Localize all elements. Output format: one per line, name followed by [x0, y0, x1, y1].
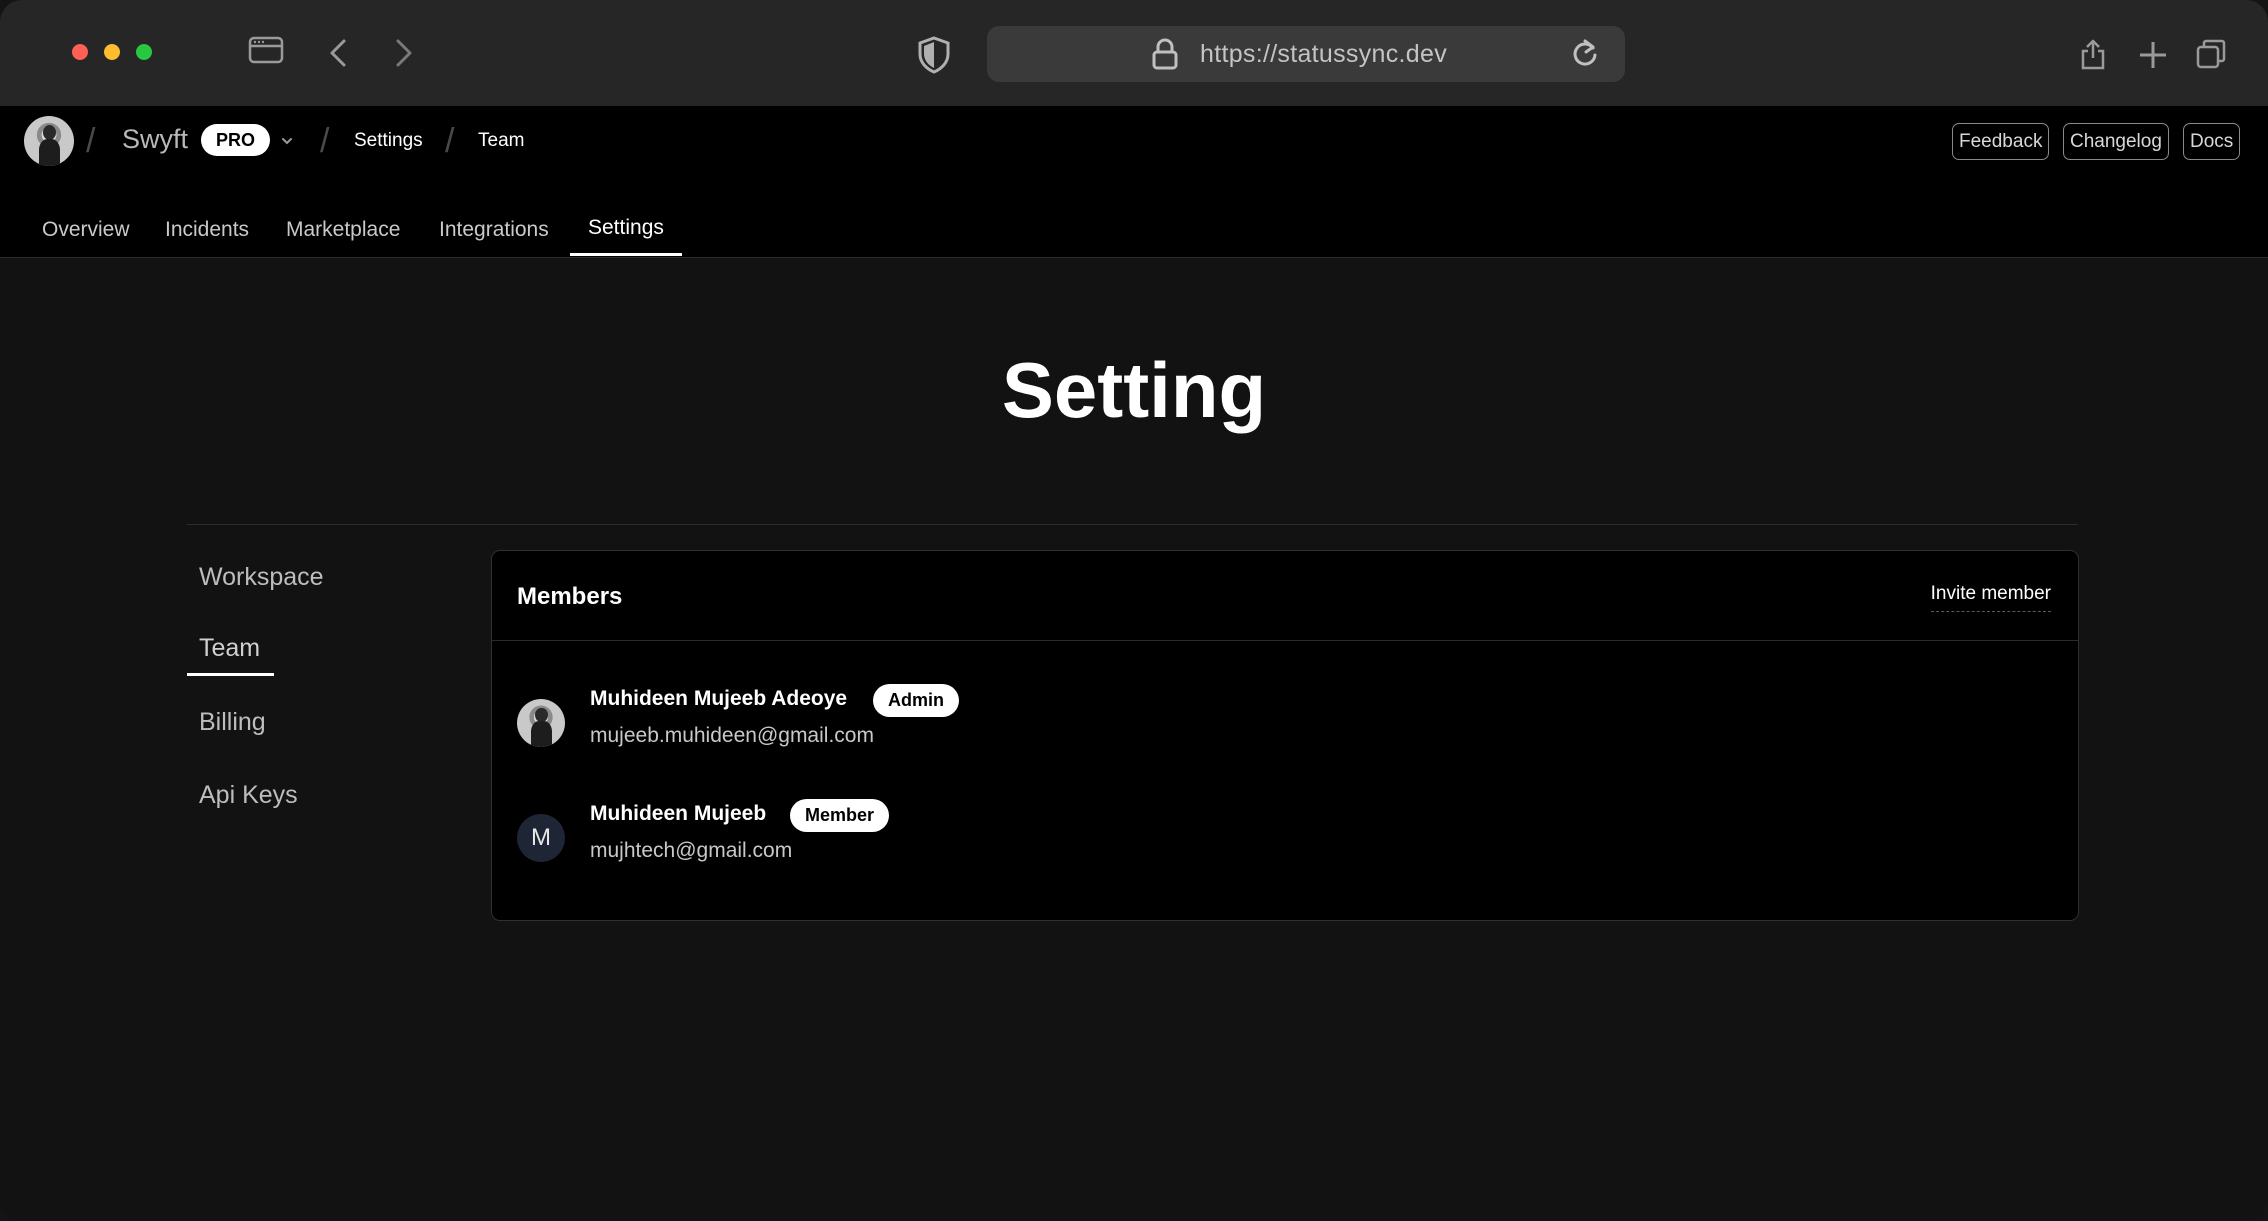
member-name: Muhideen Mujeeb Adeoye	[590, 687, 848, 710]
workspace-name[interactable]: Swyft	[122, 124, 188, 155]
zoom-window-button[interactable]	[136, 44, 152, 60]
breadcrumb-settings[interactable]: Settings	[354, 130, 423, 152]
sidebar-active-indicator	[187, 673, 274, 676]
tab-marketplace[interactable]: Marketplace	[286, 218, 400, 242]
member-email: mujhtech@gmail.com	[590, 839, 793, 862]
new-tab-icon[interactable]	[2138, 40, 2168, 70]
shield-icon[interactable]	[917, 36, 951, 74]
app-header: / Swyft PRO / Settings / Team Feedback C…	[0, 106, 2268, 258]
docs-button[interactable]: Docs	[2183, 123, 2241, 160]
page-title: Setting	[1001, 346, 1267, 434]
section-divider	[187, 524, 2078, 525]
tab-settings[interactable]: Settings	[588, 216, 664, 240]
lock-icon	[1152, 38, 1178, 70]
member-avatar	[517, 699, 565, 747]
active-tab-indicator	[570, 253, 682, 256]
plan-badge: PRO	[201, 124, 271, 156]
back-arrow-icon[interactable]	[328, 38, 348, 68]
breadcrumb-separator: /	[320, 122, 330, 160]
members-title: Members	[517, 583, 623, 610]
member-avatar: M	[517, 814, 565, 862]
sidebar-item-billing[interactable]: Billing	[199, 708, 266, 737]
breadcrumb-separator: /	[86, 122, 96, 160]
user-avatar[interactable]	[24, 116, 74, 166]
minimize-window-button[interactable]	[104, 44, 120, 60]
member-email: mujeeb.muhideen@gmail.com	[590, 724, 874, 747]
forward-arrow-icon[interactable]	[394, 38, 414, 68]
sidebar-toggle-icon[interactable]	[248, 36, 284, 64]
url-text: https://statussync.dev	[1200, 40, 1447, 68]
share-icon[interactable]	[2080, 38, 2106, 70]
browser-window: https://statussync.dev / Swyft PRO / Set…	[0, 0, 2268, 1221]
breadcrumb-team[interactable]: Team	[478, 130, 524, 152]
invite-member-button[interactable]: Invite member	[1930, 583, 2051, 612]
member-row[interactable]: M Muhideen Mujeeb Member mujhtech@gmail.…	[492, 792, 2078, 882]
sidebar-item-api-keys[interactable]: Api Keys	[199, 781, 298, 810]
chevron-down-icon[interactable]	[281, 136, 293, 146]
tab-incidents[interactable]: Incidents	[165, 218, 249, 242]
tab-integrations[interactable]: Integrations	[439, 218, 549, 242]
reload-icon[interactable]	[1571, 38, 1599, 68]
sidebar-item-team[interactable]: Team	[199, 634, 260, 663]
members-card: Members Invite member Muhideen Mujeeb Ad…	[491, 550, 2079, 921]
breadcrumb-separator: /	[445, 122, 455, 160]
role-badge: Admin	[873, 684, 959, 717]
browser-toolbar: https://statussync.dev	[0, 0, 2268, 106]
address-bar[interactable]: https://statussync.dev	[987, 26, 1625, 82]
member-row[interactable]: Muhideen Mujeeb Adeoye Admin mujeeb.muhi…	[492, 677, 2078, 767]
sidebar-item-workspace[interactable]: Workspace	[199, 563, 324, 592]
role-badge: Member	[790, 799, 890, 832]
feedback-button[interactable]: Feedback	[1952, 123, 2050, 160]
close-window-button[interactable]	[72, 44, 88, 60]
tab-overview-icon[interactable]	[2196, 39, 2226, 69]
members-card-header: Members Invite member	[492, 551, 2078, 641]
tab-overview[interactable]: Overview	[42, 218, 130, 242]
changelog-button[interactable]: Changelog	[2063, 123, 2169, 160]
member-name: Muhideen Mujeeb	[590, 802, 767, 825]
